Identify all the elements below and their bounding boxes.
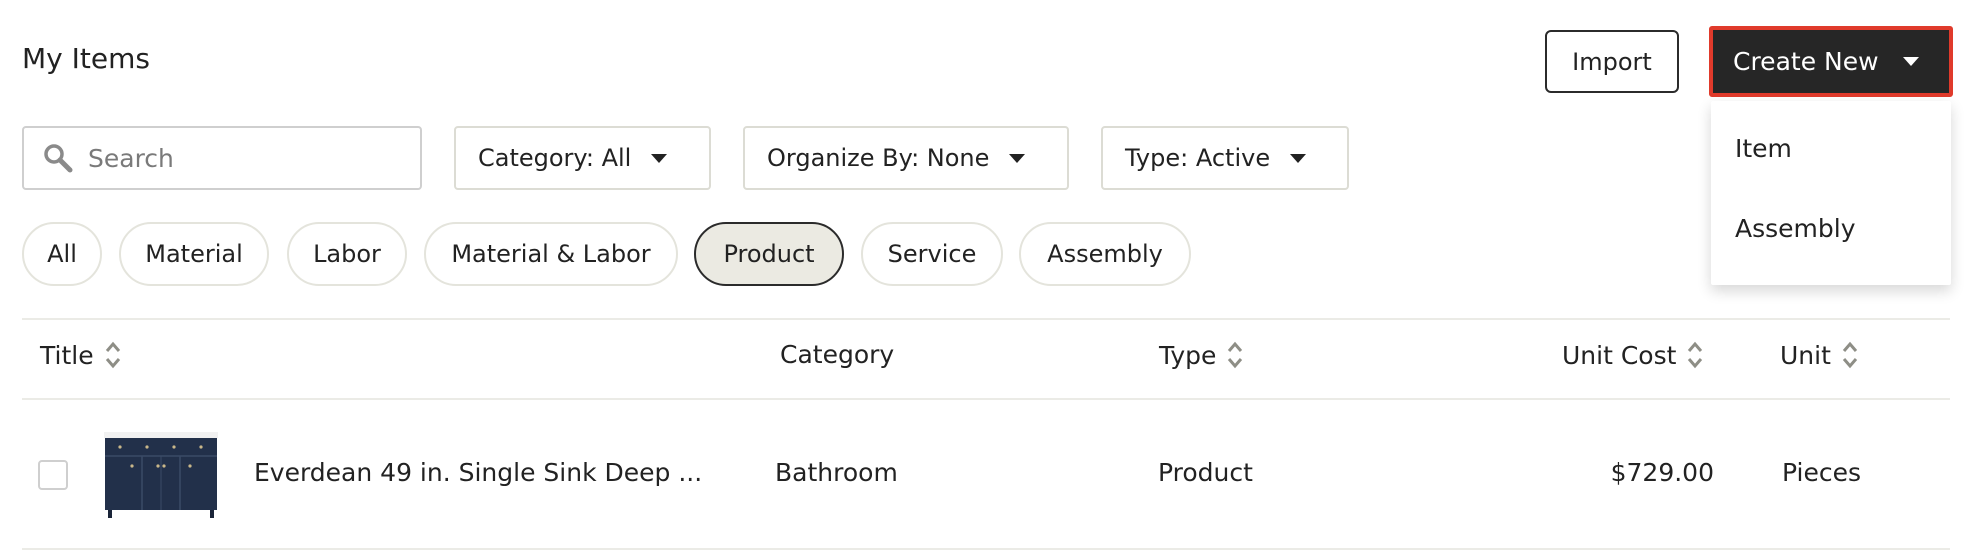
create-new-label: Create New — [1733, 47, 1879, 76]
column-header-type[interactable]: Type — [1159, 340, 1244, 370]
column-header-title[interactable]: Title — [40, 340, 122, 370]
type-filter-label: Type: Active — [1125, 144, 1271, 172]
menu-item-assembly[interactable]: Assembly — [1735, 214, 1856, 243]
row-type: Product — [1158, 458, 1253, 487]
column-header-type-label: Type — [1159, 340, 1217, 370]
column-header-unit[interactable]: Unit — [1780, 340, 1859, 370]
chevron-down-icon — [651, 153, 668, 163]
chevron-down-icon — [1902, 57, 1919, 66]
chip-material[interactable]: Material — [119, 222, 269, 286]
create-new-highlight: Create New — [1709, 26, 1953, 97]
column-header-category-label: Category — [780, 340, 895, 369]
chip-labor[interactable]: Labor — [287, 222, 407, 286]
category-filter-dropdown[interactable]: Category: All — [454, 126, 711, 190]
create-new-button[interactable]: Create New — [1713, 30, 1949, 93]
product-thumbnail[interactable] — [102, 432, 220, 518]
sort-icon[interactable] — [104, 340, 122, 370]
row-checkbox[interactable] — [38, 460, 68, 490]
type-filter-dropdown[interactable]: Type: Active — [1101, 126, 1349, 190]
sort-icon[interactable] — [1226, 340, 1244, 370]
column-header-unit-cost-label: Unit Cost — [1562, 340, 1677, 370]
sort-icon[interactable] — [1841, 340, 1859, 370]
sort-icon[interactable] — [1686, 340, 1704, 370]
row-unit-cost: $729.00 — [1610, 458, 1714, 487]
row-category: Bathroom — [775, 458, 898, 487]
chip-material-labor[interactable]: Material & Labor — [424, 222, 678, 286]
chip-assembly[interactable]: Assembly — [1019, 222, 1191, 286]
chip-all[interactable]: All — [22, 222, 102, 286]
chevron-down-icon — [1290, 153, 1307, 163]
search-box — [22, 126, 422, 190]
column-header-title-label: Title — [40, 340, 94, 370]
category-filter-label: Category: All — [478, 144, 632, 172]
page-title: My Items — [22, 42, 150, 75]
chip-product[interactable]: Product — [694, 222, 844, 286]
divider — [22, 318, 1950, 320]
search-icon — [44, 144, 73, 173]
column-header-unit-cost[interactable]: Unit Cost — [1562, 340, 1704, 370]
import-button[interactable]: Import — [1545, 30, 1679, 93]
column-header-unit-label: Unit — [1780, 340, 1831, 370]
divider — [22, 398, 1950, 400]
menu-item-item[interactable]: Item — [1735, 134, 1792, 163]
search-input[interactable] — [88, 143, 388, 173]
row-unit: Pieces — [1782, 458, 1862, 487]
row-title[interactable]: Everdean 49 in. Single Sink Deep ... — [254, 458, 702, 487]
organize-by-dropdown[interactable]: Organize By: None — [743, 126, 1069, 190]
divider — [22, 548, 1950, 550]
create-new-menu: Item Assembly — [1711, 101, 1951, 285]
chip-service[interactable]: Service — [861, 222, 1003, 286]
organize-by-label: Organize By: None — [767, 144, 990, 172]
chevron-down-icon — [1009, 153, 1026, 163]
column-header-category: Category — [780, 340, 894, 369]
